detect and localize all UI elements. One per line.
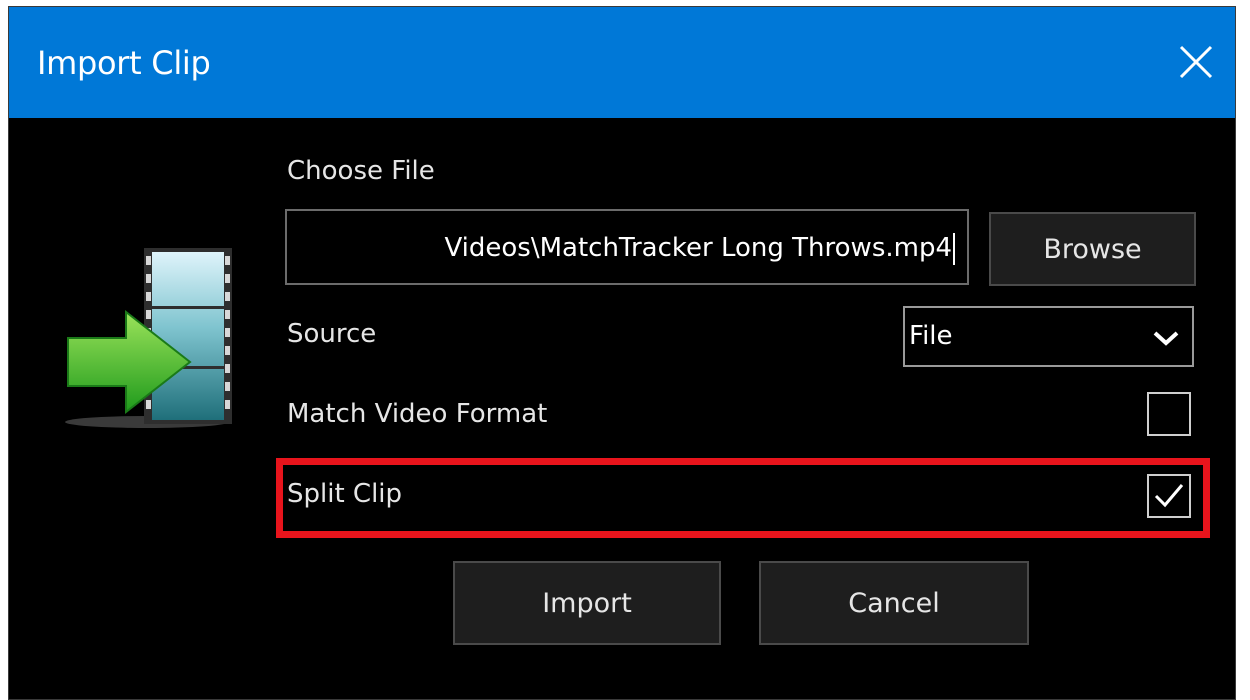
film-import-icon	[52, 240, 242, 440]
split-clip-label: Split Clip	[287, 479, 403, 509]
close-button[interactable]	[1175, 41, 1217, 83]
match-video-format-checkbox[interactable]	[1147, 392, 1191, 436]
chevron-down-icon	[1152, 328, 1180, 348]
file-path-input[interactable]: Videos\MatchTracker Long Throws.mp4	[285, 209, 969, 285]
source-label: Source	[287, 319, 377, 349]
source-select[interactable]: File	[903, 306, 1194, 367]
close-icon	[1179, 45, 1213, 79]
split-clip-highlight	[276, 458, 1210, 538]
dialog-title: Import Clip	[37, 44, 211, 82]
browse-button[interactable]: Browse	[989, 212, 1196, 286]
split-clip-checkbox[interactable]	[1147, 474, 1191, 518]
choose-file-label: Choose File	[287, 156, 435, 186]
cancel-button[interactable]: Cancel	[759, 561, 1029, 645]
source-selected-value: File	[909, 321, 953, 351]
file-path-value: Videos\MatchTracker Long Throws.mp4	[444, 233, 952, 263]
text-caret	[953, 232, 955, 265]
checkmark-icon	[1154, 484, 1184, 508]
title-bar: Import Clip	[9, 7, 1235, 118]
import-button[interactable]: Import	[453, 561, 721, 645]
match-video-format-label: Match Video Format	[287, 399, 548, 429]
